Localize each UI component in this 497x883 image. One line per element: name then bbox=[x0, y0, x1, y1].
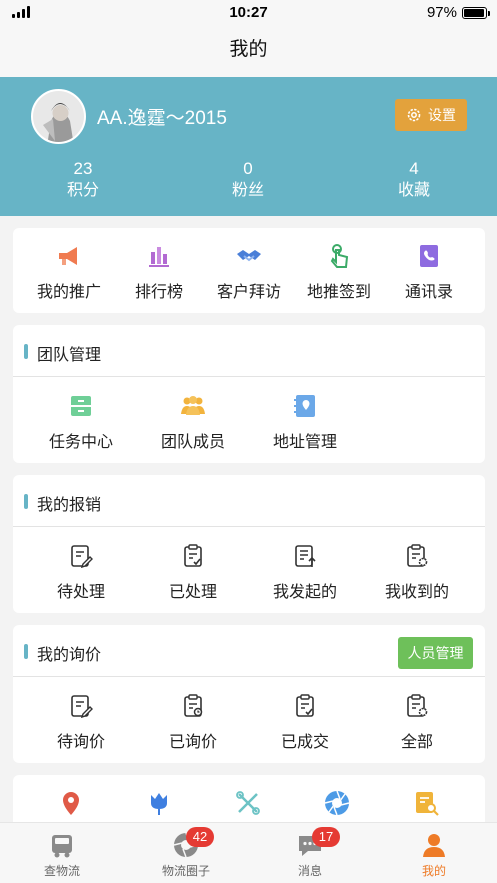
username[interactable]: AA.逸霆～2015 bbox=[97, 103, 227, 130]
aperture-icon[interactable] bbox=[323, 789, 351, 817]
bar-chart-icon bbox=[149, 247, 169, 267]
status-bar: 10:27 97% bbox=[0, 0, 497, 26]
reimburse-label: 待处理 bbox=[56, 584, 105, 601]
initiated-doc-icon bbox=[295, 545, 316, 567]
processed-doc-icon bbox=[184, 544, 202, 567]
all-inquiry-icon bbox=[407, 694, 428, 717]
section-title: 我的询价 bbox=[37, 647, 102, 664]
tab-label: 消息 bbox=[297, 864, 322, 878]
deal-closed-icon bbox=[296, 694, 314, 717]
location-book-icon bbox=[294, 395, 315, 417]
inquired-icon bbox=[184, 694, 203, 717]
tap-hand-icon bbox=[330, 244, 349, 268]
section-header: 团队管理 bbox=[13, 325, 485, 377]
map-pin-icon[interactable] bbox=[57, 789, 85, 817]
profile-header: AA.逸霆～2015 设置 23 积分 0 粉丝 4 收藏 bbox=[0, 77, 497, 216]
avatar[interactable] bbox=[31, 89, 86, 144]
task-box-icon bbox=[71, 396, 91, 416]
pending-inquiry-icon bbox=[71, 695, 93, 719]
stat-fans[interactable]: 0 粉丝 bbox=[203, 159, 293, 202]
stat-points[interactable]: 23 积分 bbox=[38, 159, 128, 202]
received-doc-icon bbox=[407, 544, 428, 567]
team-task-center[interactable]: 任务中心 bbox=[25, 392, 137, 452]
stat-label: 粉丝 bbox=[231, 182, 264, 199]
tab-track-logistics[interactable]: 查物流 bbox=[12, 823, 112, 879]
section-header: 我的报销 bbox=[13, 475, 485, 527]
reimburse-received[interactable]: 我收到的 bbox=[361, 542, 473, 602]
battery-icon bbox=[462, 6, 490, 19]
reimburse-label: 已处理 bbox=[168, 584, 217, 601]
tab-bar: 查物流 物流圈子 42 消息 17 我的 bbox=[0, 822, 497, 883]
stat-label: 积分 bbox=[66, 182, 99, 199]
inquiry-label: 全部 bbox=[400, 734, 433, 751]
gear-icon bbox=[407, 108, 421, 122]
battery-indicator: 97% bbox=[426, 4, 490, 21]
tab-label: 物流圈子 bbox=[161, 864, 210, 878]
reimburse-label: 我收到的 bbox=[384, 584, 449, 601]
settings-label: 设置 bbox=[428, 107, 456, 123]
pending-doc-icon bbox=[71, 545, 93, 569]
stat-value: 0 bbox=[243, 159, 253, 178]
inquiry-label: 已询价 bbox=[168, 734, 217, 751]
team-label: 地址管理 bbox=[272, 434, 337, 451]
handshake-icon bbox=[237, 250, 261, 262]
megaphone-icon bbox=[59, 247, 77, 265]
team-label: 团队成员 bbox=[160, 434, 225, 451]
team-label: 任务中心 bbox=[48, 434, 113, 451]
tab-logistics-circle[interactable]: 物流圈子 42 bbox=[136, 823, 236, 879]
person-icon bbox=[423, 834, 445, 857]
stat-label: 收藏 bbox=[397, 182, 430, 199]
team-address-management[interactable]: 地址管理 bbox=[249, 392, 361, 452]
inquiry-done[interactable]: 已询价 bbox=[137, 692, 249, 752]
notification-badge: 17 bbox=[312, 827, 340, 847]
team-members[interactable]: 团队成员 bbox=[137, 392, 249, 452]
inquiry-all[interactable]: 全部 bbox=[361, 692, 473, 752]
menu-label: 通讯录 bbox=[404, 284, 453, 301]
battery-percent: 97% bbox=[426, 4, 457, 21]
notification-badge: 42 bbox=[186, 827, 214, 847]
tools-icon[interactable] bbox=[234, 789, 262, 817]
reimbursement-card: 我的报销 待处理 已处理 我发起的 我收到的 bbox=[13, 475, 485, 613]
search-doc-icon[interactable] bbox=[412, 789, 440, 817]
inquiry-deal-closed[interactable]: 已成交 bbox=[249, 692, 361, 752]
inquiry-card: 我的询价 人员管理 待询价 已询价 已成交 全部 bbox=[13, 625, 485, 763]
inquiry-label: 已成交 bbox=[280, 734, 329, 751]
settings-button[interactable]: 设置 bbox=[395, 99, 467, 131]
reimburse-processed[interactable]: 已处理 bbox=[137, 542, 249, 602]
menu-contacts[interactable]: 通讯录 bbox=[373, 242, 485, 302]
section-header: 我的询价 人员管理 bbox=[13, 625, 485, 677]
address-book-icon bbox=[420, 245, 438, 267]
quick-menu-card: 我的推广 排行榜 客户拜访 地推签到 通讯录 bbox=[13, 228, 485, 313]
staff-management-button[interactable]: 人员管理 bbox=[398, 637, 473, 669]
stat-value: 4 bbox=[409, 159, 419, 178]
reimburse-label: 我发起的 bbox=[272, 584, 337, 601]
inquiry-label: 待询价 bbox=[56, 734, 105, 751]
tab-label: 查物流 bbox=[43, 864, 80, 878]
section-title: 团队管理 bbox=[37, 347, 102, 364]
team-members-icon bbox=[181, 396, 205, 415]
section-title: 我的报销 bbox=[37, 497, 102, 514]
tab-messages[interactable]: 消息 17 bbox=[260, 823, 360, 879]
reimburse-pending[interactable]: 待处理 bbox=[25, 542, 137, 602]
tab-label: 我的 bbox=[421, 864, 446, 878]
status-time: 10:27 bbox=[229, 4, 268, 21]
team-management-card: 团队管理 任务中心 团队成员 地址管理 bbox=[13, 325, 485, 463]
truck-icon bbox=[52, 835, 72, 858]
tab-mine[interactable]: 我的 bbox=[384, 823, 484, 879]
page-title: 我的 bbox=[0, 26, 497, 77]
inquiry-pending[interactable]: 待询价 bbox=[25, 692, 137, 752]
tulip-icon[interactable] bbox=[145, 789, 173, 817]
stat-favorites[interactable]: 4 收藏 bbox=[369, 159, 459, 202]
reimburse-initiated[interactable]: 我发起的 bbox=[249, 542, 361, 602]
stat-value: 23 bbox=[73, 159, 93, 178]
